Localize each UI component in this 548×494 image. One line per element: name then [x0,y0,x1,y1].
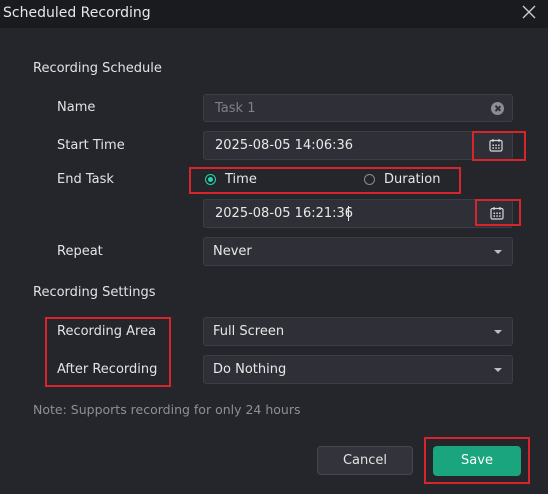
name-label: Name [57,100,96,115]
end-time-input[interactable]: 2025-08-05 16:21:36 [203,199,513,228]
start-time-input[interactable]: 2025-08-05 14:06:36 [203,131,513,160]
start-time-label: Start Time [57,138,125,153]
cancel-button[interactable]: Cancel [317,446,413,475]
recording-area-value: Full Screen [213,324,285,339]
window-title: Scheduled Recording [3,5,151,21]
repeat-label: Repeat [57,244,103,259]
start-time-value: 2025-08-05 14:06:36 [215,138,354,153]
radio-time[interactable] [205,174,216,185]
note-text: Note: Supports recording for only 24 hou… [33,402,301,417]
clear-icon[interactable] [491,102,504,115]
after-recording-select[interactable]: Do Nothing [203,355,513,384]
name-input[interactable]: Task 1 [203,94,513,122]
recording-area-select[interactable]: Full Screen [203,317,513,346]
recording-area-label: Recording Area [57,324,157,339]
radio-time-label[interactable]: Time [225,172,257,187]
chevron-down-icon[interactable] [494,330,502,334]
after-recording-label: After Recording [57,362,158,377]
radio-duration-label[interactable]: Duration [384,172,440,187]
section-title-schedule: Recording Schedule [33,61,162,76]
save-button[interactable]: Save [433,446,521,476]
repeat-value: Never [213,244,252,259]
name-placeholder: Task 1 [215,101,256,116]
end-time-value: 2025-08-05 16:21:36 [215,206,354,221]
chevron-down-icon[interactable] [494,368,502,372]
close-icon[interactable] [520,3,538,21]
radio-duration[interactable] [364,174,375,185]
chevron-down-icon[interactable] [494,250,502,254]
calendar-icon[interactable] [489,138,503,152]
title-bar: Scheduled Recording [0,0,548,28]
after-recording-value: Do Nothing [213,362,287,377]
repeat-select[interactable]: Never [203,237,513,266]
section-title-settings: Recording Settings [33,285,156,300]
end-task-label: End Task [57,172,114,187]
text-cursor [348,206,349,221]
calendar-icon[interactable] [490,206,504,220]
